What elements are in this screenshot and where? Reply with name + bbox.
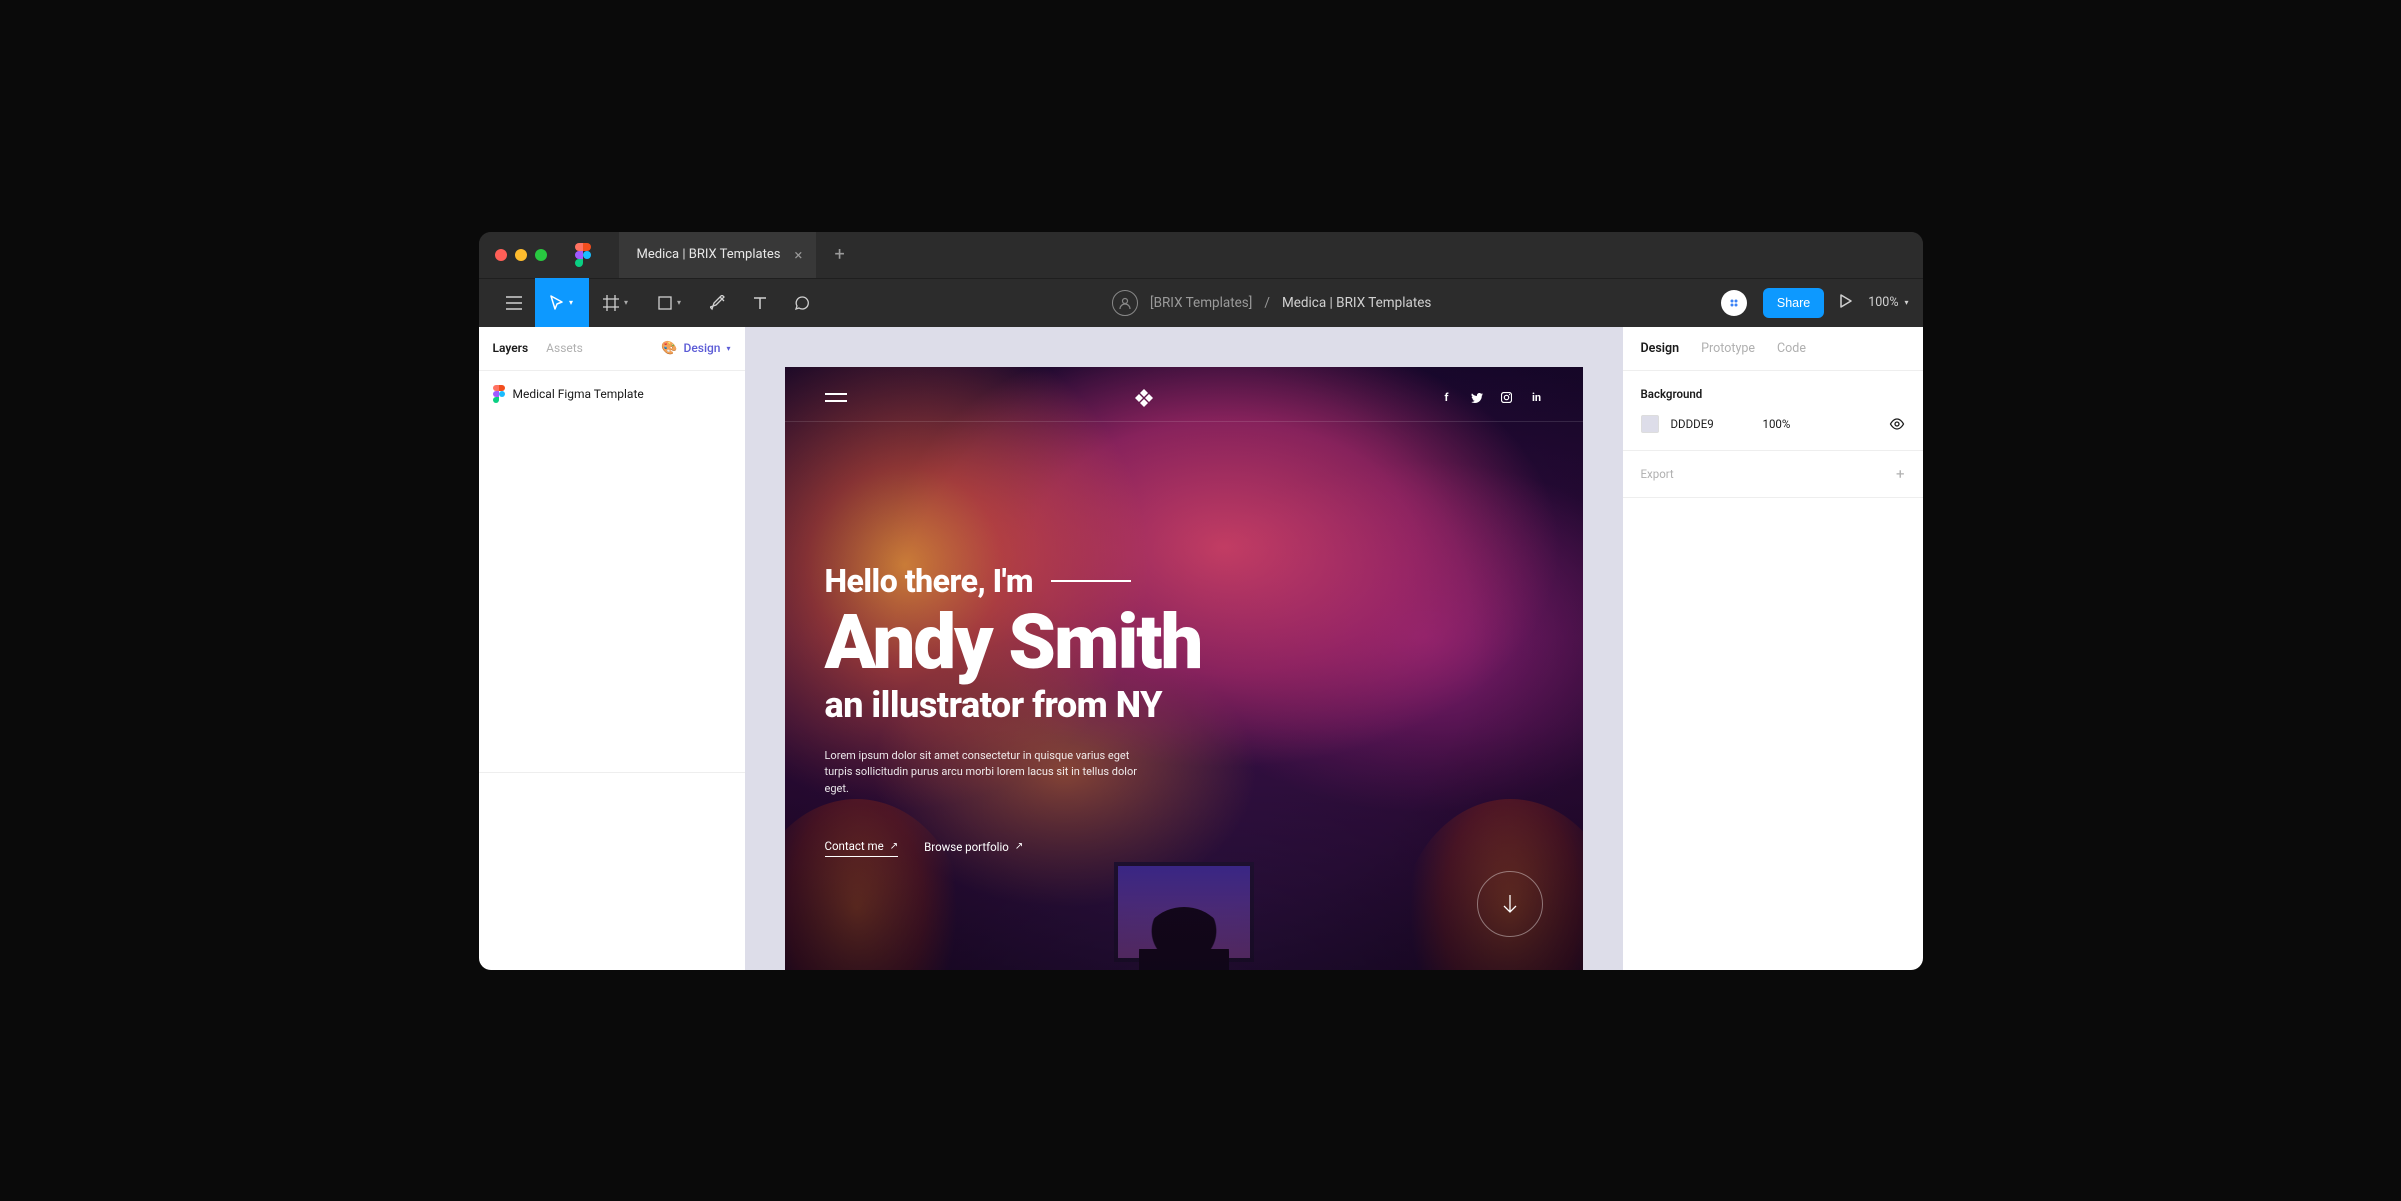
new-tab-button[interactable]: + xyxy=(816,244,862,265)
minimize-window-button[interactable] xyxy=(515,249,527,261)
twitter-icon[interactable] xyxy=(1471,392,1483,404)
share-button[interactable]: Share xyxy=(1763,288,1824,318)
tab-layers[interactable]: Layers xyxy=(493,341,529,355)
frame-tool[interactable]: ▾ xyxy=(589,278,643,327)
file-name[interactable]: Medica | BRIX Templates xyxy=(1282,295,1431,311)
chevron-down-icon: ▾ xyxy=(677,298,681,307)
tab-design[interactable]: Design xyxy=(1641,341,1680,356)
right-panel-tabs: Design Prototype Code xyxy=(1623,327,1923,371)
tab-prototype[interactable]: Prototype xyxy=(1701,341,1755,356)
color-hex-value[interactable]: DDDDE9 xyxy=(1671,417,1751,431)
divider-line xyxy=(1051,580,1131,582)
move-tool[interactable]: ▾ xyxy=(535,278,589,327)
linkedin-icon[interactable]: in xyxy=(1531,392,1543,404)
hero-greeting: Hello there, I'm xyxy=(825,562,1543,600)
hero-subtitle: an illustrator from NY xyxy=(825,684,1543,726)
comment-tool[interactable] xyxy=(781,278,823,327)
layers-list: Medical Figma Template xyxy=(479,371,745,772)
pages-dropdown-label: Design xyxy=(684,341,721,355)
palette-icon: 🎨 xyxy=(661,341,677,356)
shape-tool[interactable]: ▾ xyxy=(643,278,697,327)
instagram-icon[interactable] xyxy=(1501,392,1513,404)
text-tool[interactable] xyxy=(739,278,781,327)
window-controls xyxy=(495,249,547,261)
contact-label: Contact me xyxy=(825,839,884,853)
maximize-window-button[interactable] xyxy=(535,249,547,261)
chevron-down-icon: ▾ xyxy=(726,344,730,353)
left-panel-tabs: Layers Assets 🎨 Design ▾ xyxy=(479,327,745,371)
left-panel-bottom xyxy=(479,772,745,970)
chevron-down-icon: ▾ xyxy=(624,298,628,307)
main-toolbar: ▾ ▾ ▾ [BRIX Templates] xyxy=(479,278,1923,327)
canvas[interactable]: f in Hello there, I'm Andy Smith an illu… xyxy=(745,327,1623,970)
figma-app-window: Medica | BRIX Templates × + ▾ ▾ ▾ xyxy=(479,232,1923,970)
browse-label: Browse portfolio xyxy=(924,840,1009,854)
scroll-down-button[interactable] xyxy=(1477,871,1543,937)
owner-avatar[interactable] xyxy=(1112,290,1138,316)
zoom-value: 100% xyxy=(1868,295,1898,310)
pen-tool[interactable] xyxy=(697,278,739,327)
chevron-down-icon: ▾ xyxy=(1904,298,1908,307)
close-window-button[interactable] xyxy=(495,249,507,261)
left-panel: Layers Assets 🎨 Design ▾ xyxy=(479,327,745,970)
title-bar: Medica | BRIX Templates × + xyxy=(479,232,1923,278)
file-tab[interactable]: Medica | BRIX Templates × xyxy=(619,232,817,278)
chevron-down-icon: ▾ xyxy=(569,298,573,307)
tab-assets[interactable]: Assets xyxy=(546,341,583,355)
right-panel: Design Prototype Code Background DDDDE9 … xyxy=(1623,327,1923,970)
hero-cta-row: Contact me ↗ Browse portfolio ↗ xyxy=(825,839,1543,857)
arrow-up-right-icon: ↗ xyxy=(890,841,898,852)
layer-name: Medical Figma Template xyxy=(513,387,644,401)
close-tab-icon[interactable]: × xyxy=(794,246,802,264)
background-section: Background DDDDE9 100% xyxy=(1623,371,1923,451)
hero-description: Lorem ipsum dolor sit amet consectetur i… xyxy=(825,748,1155,798)
contact-link[interactable]: Contact me ↗ xyxy=(825,839,899,857)
tab-code[interactable]: Code xyxy=(1777,341,1806,356)
design-artboard[interactable]: f in Hello there, I'm Andy Smith an illu… xyxy=(785,367,1583,970)
arrow-up-right-icon: ↗ xyxy=(1015,841,1023,852)
hamburger-menu-icon[interactable] xyxy=(825,393,847,402)
site-logo-icon xyxy=(1135,389,1153,407)
present-button[interactable] xyxy=(1840,293,1852,312)
layer-item[interactable]: Medical Figma Template xyxy=(493,379,731,409)
color-swatch[interactable] xyxy=(1641,415,1659,433)
collaborator-avatar[interactable] xyxy=(1721,290,1747,316)
main-menu-button[interactable] xyxy=(493,278,535,327)
workspace: Layers Assets 🎨 Design ▾ xyxy=(479,327,1923,970)
tab-title: Medica | BRIX Templates xyxy=(637,247,781,262)
breadcrumb-separator: / xyxy=(1264,295,1270,311)
toolbar-center-group: [BRIX Templates] / Medica | BRIX Templat… xyxy=(1112,290,1431,316)
pages-dropdown[interactable]: 🎨 Design ▾ xyxy=(661,341,730,356)
facebook-icon[interactable]: f xyxy=(1441,392,1453,404)
export-section: Export + xyxy=(1623,451,1923,498)
browse-portfolio-link[interactable]: Browse portfolio ↗ xyxy=(924,839,1023,857)
site-header: f in xyxy=(785,367,1583,422)
hero-section: Hello there, I'm Andy Smith an illustrat… xyxy=(785,422,1583,858)
figma-file-icon xyxy=(493,385,505,403)
hero-name: Andy Smith xyxy=(825,606,1543,678)
figma-logo-icon xyxy=(575,243,591,267)
visibility-toggle-icon[interactable] xyxy=(1889,415,1905,434)
background-title: Background xyxy=(1641,387,1905,401)
color-opacity-value[interactable]: 100% xyxy=(1763,417,1791,431)
toolbar-left-group: ▾ ▾ ▾ xyxy=(493,279,823,327)
export-label: Export xyxy=(1641,467,1674,481)
social-links: f in xyxy=(1441,392,1543,404)
add-export-button[interactable]: + xyxy=(1896,465,1905,483)
zoom-control[interactable]: 100% ▾ xyxy=(1868,295,1908,310)
toolbar-right-group: Share 100% ▾ xyxy=(1721,288,1909,318)
owner-name[interactable]: [BRIX Templates] xyxy=(1150,295,1252,311)
background-color-row: DDDDE9 100% xyxy=(1641,415,1905,434)
hero-greeting-text: Hello there, I'm xyxy=(825,562,1034,600)
